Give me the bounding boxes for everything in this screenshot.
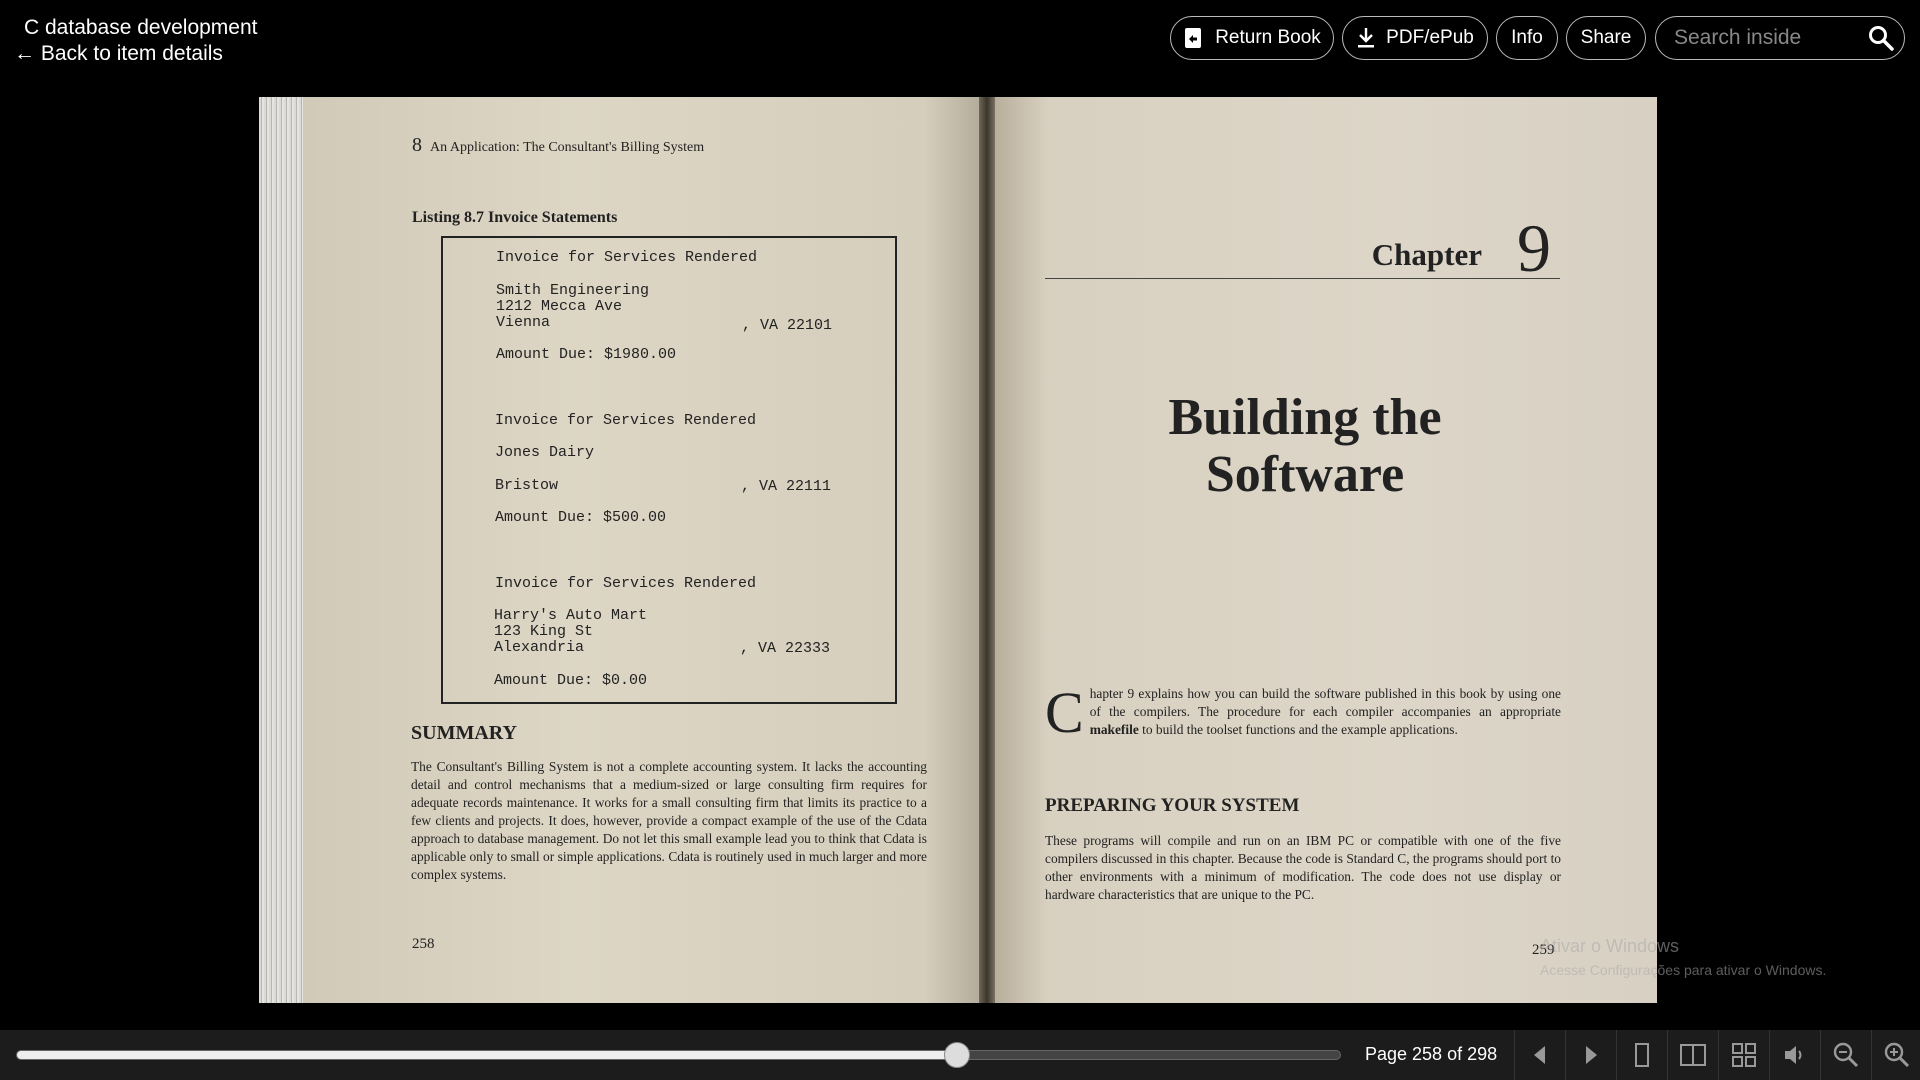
invoice-amount: Amount Due: $500.00 (495, 509, 667, 526)
chapter-rule (1045, 278, 1560, 279)
chapter-intro-paragraph: Chapter 9 explains how you can build the… (1045, 680, 1561, 745)
windows-activation-subtext: Acesse Configurações para ativar o Windo… (1540, 962, 1827, 978)
return-book-button[interactable]: Return Book (1170, 16, 1334, 60)
book-spread: 8 An Application: The Consultant's Billin… (259, 97, 1657, 1003)
invoice-listing-box: Invoice for Services Rendered Smith Engi… (441, 236, 897, 704)
one-page-view-button[interactable] (1616, 1030, 1667, 1080)
page-indicator: Page 258 of 298 (1365, 1044, 1498, 1064)
one-page-view-icon (1635, 1043, 1649, 1067)
section-paragraph: These programs will compile and run on a… (1045, 833, 1561, 902)
chapter-number: 9 (1517, 210, 1551, 286)
zoom-in-button[interactable] (1871, 1030, 1920, 1080)
share-button[interactable]: Share (1566, 16, 1646, 60)
chapter-word: Chapter (1371, 237, 1482, 272)
read-aloud-button[interactable] (1769, 1030, 1820, 1080)
thumbnail-view-icon (1732, 1043, 1756, 1067)
bottom-toolbar: Page 258 of 298 (0, 1030, 1920, 1080)
summary-heading: SUMMARY (411, 722, 517, 744)
page-slider-track[interactable] (16, 1050, 1341, 1060)
chapter-title-line-1: Building the (1168, 389, 1442, 446)
two-page-view-icon (1680, 1044, 1706, 1066)
invoice-heading: Invoice for Services Rendered (496, 249, 758, 266)
windows-activation-watermark: Ativar o Windows (1540, 936, 1680, 956)
invoice-heading: Invoice for Services Rendered (495, 412, 757, 429)
listing-title: Listing 8.7 Invoice Statements (412, 209, 618, 226)
info-label: Info (1511, 27, 1543, 48)
invoice-city: Alexandria (494, 639, 585, 656)
search-inside-box (1655, 16, 1905, 60)
info-button[interactable]: Info (1496, 16, 1558, 60)
thumbnail-view-button[interactable] (1718, 1030, 1769, 1080)
return-book-icon (1185, 28, 1202, 48)
invoice-name: Harry's Auto Mart (494, 607, 648, 624)
search-icon[interactable] (1868, 25, 1894, 51)
invoice-name: Smith Engineering (496, 282, 650, 299)
search-inside-input[interactable] (1672, 25, 1866, 51)
page-slider-thumb[interactable] (943, 1042, 970, 1068)
chapter-title-line-2: Software (1205, 446, 1405, 503)
invoice-amount: Amount Due: $0.00 (494, 672, 648, 689)
two-page-view-button[interactable] (1667, 1030, 1718, 1080)
top-bar: C database development ← Back to item de… (0, 0, 1920, 78)
download-icon (1358, 28, 1375, 48)
pdf-epub-label: PDF/ePub (1386, 27, 1474, 48)
invoice-state-zip: , VA 22333 (740, 640, 831, 657)
invoice-name: Jones Dairy (495, 444, 595, 461)
chapter-title: Building the Software (1095, 389, 1515, 503)
intro-text-start: hapter 9 explains how you can build the … (1089, 686, 1561, 719)
next-page-icon (1586, 1046, 1597, 1064)
zoom-out-button[interactable] (1820, 1030, 1871, 1080)
next-page-button[interactable] (1565, 1030, 1616, 1080)
intro-makefile-term: makefile (1089, 722, 1139, 737)
prev-page-icon (1534, 1046, 1545, 1064)
intro-text-end: to build the toolset functions and the e… (1138, 722, 1458, 737)
return-book-label: Return Book (1215, 27, 1321, 48)
share-label: Share (1580, 27, 1632, 48)
section-heading: PREPARING YOUR SYSTEM (1045, 795, 1300, 816)
invoice-state-zip: , VA 22111 (741, 478, 832, 495)
invoice-amount: Amount Due: $1980.00 (496, 346, 677, 363)
zoom-out-icon (1833, 1042, 1859, 1068)
running-head: 8 An Application: The Consultant's Billin… (412, 134, 704, 157)
previous-page-button[interactable] (1514, 1030, 1565, 1080)
invoice-city: Bristow (495, 477, 559, 494)
invoice-street: 1212 Mecca Ave (496, 298, 623, 315)
page-edges (259, 97, 303, 1003)
read-aloud-icon (1785, 1046, 1802, 1064)
page-number-left: 258 (412, 936, 435, 952)
invoice-state-zip: , VA 22101 (742, 317, 833, 334)
invoice-heading: Invoice for Services Rendered (495, 575, 757, 592)
left-page[interactable]: 8 An Application: The Consultant's Billin… (303, 97, 979, 1003)
invoice-city: Vienna (496, 314, 551, 331)
running-head-number: 8 (412, 134, 422, 156)
drop-cap: C (1045, 680, 1084, 745)
back-to-item-details-link[interactable]: ← Back to item details (14, 42, 223, 66)
book-spine (979, 97, 995, 1003)
book-title: C database development (24, 16, 258, 39)
zoom-in-icon (1884, 1042, 1910, 1068)
right-page[interactable]: Chapter 9 Building the Software Chapter … (995, 97, 1657, 1003)
summary-paragraph: The Consultant's Billing System is not a… (411, 759, 927, 882)
page-slider-fill (17, 1051, 958, 1059)
invoice-street: 123 King St (494, 623, 594, 640)
running-head-text: An Application: The Consultant's Billing… (430, 140, 705, 155)
pdf-epub-button[interactable]: PDF/ePub (1342, 16, 1488, 60)
